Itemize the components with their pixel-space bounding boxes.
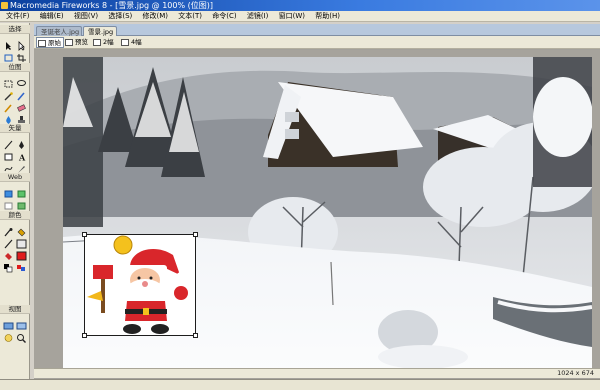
tools-section-select: 选择 [0,25,30,34]
freeform-tool-icon[interactable] [3,159,14,172]
tools-section-view: 视图 [0,305,30,314]
stroke-color-icon[interactable] [3,234,14,249]
text-tool-icon[interactable]: A [16,147,27,163]
canvas-dimensions: 1024 x 674 [557,369,594,377]
resize-handle-top-left[interactable] [82,232,87,237]
two-up-label: 2幅 [103,38,114,46]
original-view-button[interactable]: 原始 [36,37,64,48]
menu-modify[interactable]: 修改(M) [139,11,173,22]
window-title: Macromedia Fireworks 8 - [雪景.jpg @ 100% … [10,1,213,10]
original-view-label: 原始 [48,39,61,47]
full-screen-menus-icon[interactable] [16,316,27,330]
menu-filters[interactable]: 滤镜(I) [243,11,273,22]
blur-tool-icon[interactable] [3,110,14,124]
tools-section-web: Web [0,173,30,182]
santa-clip-art [85,235,195,335]
tools-section-bitmap: 位图 [0,63,30,72]
fireworks-app-window: Macromedia Fireworks 8 - [雪景.jpg @ 100% … [0,0,600,390]
menu-select[interactable]: 选择(S) [104,11,136,22]
document-status-bar: 1024 x 674 [34,368,600,378]
view-mode-toolbar: 原始 预览 2幅 4幅 [34,36,600,49]
tools-section-vector: 矢量 [0,124,30,133]
two-up-button[interactable]: 2幅 [92,37,116,48]
default-colors-icon[interactable] [3,258,14,273]
zoom-tool-icon[interactable] [16,328,27,343]
standard-screen-icon[interactable] [3,316,14,330]
lasso-tool-icon[interactable] [16,74,27,86]
resize-handle-bottom-left[interactable] [82,333,87,338]
magic-wand-tool-icon[interactable] [3,86,14,101]
hand-tool-icon[interactable] [3,328,14,342]
tools-panel: 选择 位图 矢量 A Web 颜色 视图 [0,23,30,390]
swap-colors-icon[interactable] [16,258,27,271]
four-up-icon [121,39,129,46]
crop-tool-icon[interactable] [16,48,27,62]
menu-bar: 文件(F) 编辑(E) 视图(V) 选择(S) 修改(M) 文本(T) 命令(C… [0,11,600,22]
marquee-tool-icon[interactable] [3,74,14,88]
eyedropper-tool-icon[interactable] [3,222,14,237]
preview-label: 预览 [75,38,88,46]
title-bar: Macromedia Fireworks 8 - [雪景.jpg @ 100% … [0,0,600,11]
hide-slices-icon[interactable] [3,196,14,210]
rectangle-tool-icon[interactable] [3,147,14,161]
preview-button[interactable]: 预览 [64,37,90,48]
tab-santa-jpg[interactable]: 圣诞老人.jpg [36,26,82,36]
subselect-tool-icon[interactable] [16,36,27,51]
menu-help[interactable]: 帮助(H) [311,11,344,22]
fill-color-icon[interactable] [3,246,14,260]
santa-sticker-selection[interactable] [82,232,198,338]
resize-handle-bottom-right[interactable] [193,333,198,338]
two-up-icon [93,39,101,46]
four-up-label: 4幅 [131,38,142,46]
tab-snow-scene-jpg[interactable]: 雪景.jpg [83,26,117,36]
pencil-tool-icon[interactable] [3,98,14,113]
brush-tool-icon[interactable] [16,86,27,101]
scale-tool-icon[interactable] [3,48,14,62]
menu-file[interactable]: 文件(F) [0,11,34,22]
menu-window[interactable]: 窗口(W) [275,11,309,22]
rubber-stamp-tool-icon[interactable] [16,110,27,123]
stroke-swatch-icon[interactable] [16,234,27,249]
tools-section-colors: 颜色 [0,211,30,220]
menu-view[interactable]: 视图(V) [70,11,102,22]
line-tool-icon[interactable] [3,135,14,150]
fill-swatch-icon[interactable] [16,246,27,261]
paint-bucket-tool-icon[interactable] [16,222,27,237]
pointer-tool-icon[interactable] [3,36,14,50]
slice-tool-icon[interactable] [16,184,27,198]
eraser-tool-icon[interactable] [16,98,27,112]
document-tab-strip: 圣诞老人.jpg 雪景.jpg [34,24,600,36]
app-icon [1,2,8,9]
pen-tool-icon[interactable] [16,135,27,149]
menu-commands[interactable]: 命令(C) [208,11,240,22]
preview-icon [65,39,73,46]
show-slices-icon[interactable] [16,196,27,210]
menu-text[interactable]: 文本(T) [174,11,206,22]
resize-handle-top-right[interactable] [193,232,198,237]
hotspot-tool-icon[interactable] [3,184,14,198]
menu-edit[interactable]: 编辑(E) [36,11,68,22]
properties-panel-bar [0,379,600,390]
four-up-button[interactable]: 4幅 [120,37,144,48]
knife-tool-icon[interactable] [16,159,27,173]
original-view-icon [38,40,46,47]
